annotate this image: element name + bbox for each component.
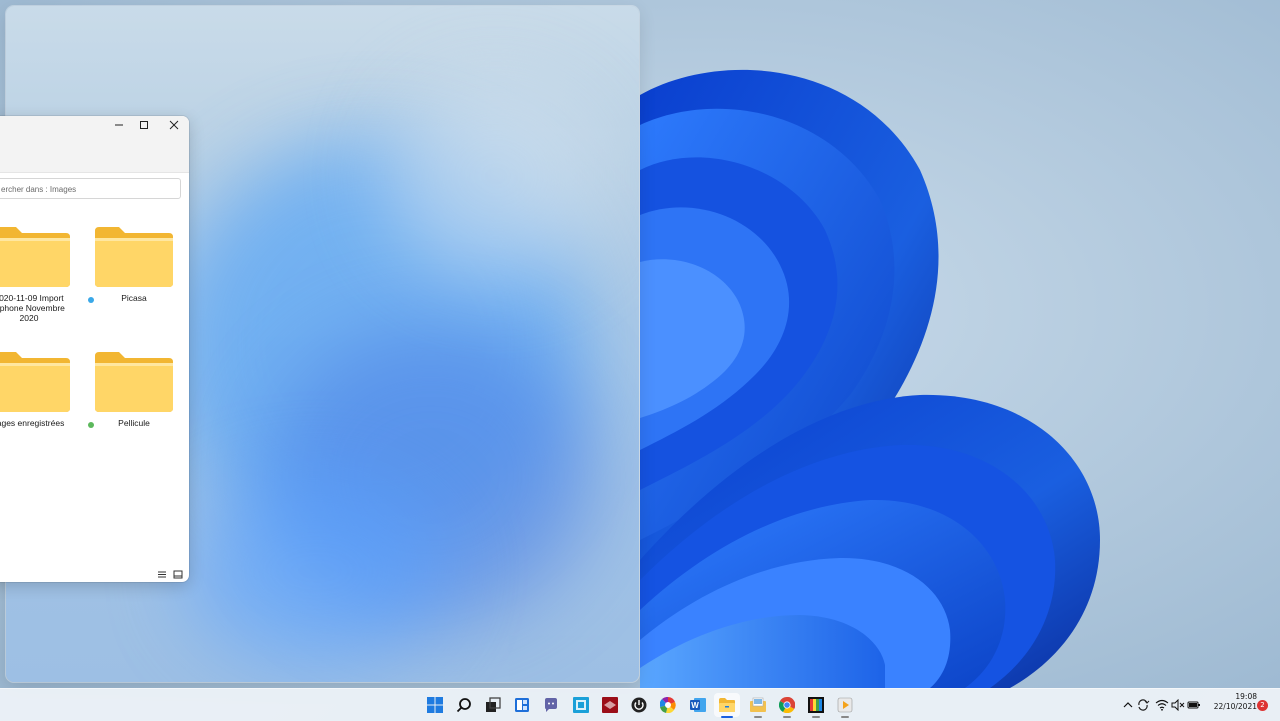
task-view-icon [486,697,501,712]
file-explorer-window[interactable]: ercher dans : Images 2020-11-09 Import l… [0,116,189,582]
active-indicator [721,716,733,718]
running-indicator [754,716,762,718]
search-input[interactable]: ercher dans : Images [0,178,181,199]
show-hidden-icons-button[interactable] [1120,697,1136,713]
wifi-icon [1155,699,1169,711]
minimize-icon [115,124,123,126]
details-view-icon[interactable] [157,570,167,579]
folder-label: mages enregistrées [0,418,65,428]
teams-chat-icon [545,698,557,712]
folder-icon [95,352,173,412]
folder-label: Pellicule [118,418,150,428]
close-button[interactable] [159,116,189,134]
blur-blob [186,476,446,666]
battery-icon [1187,701,1200,709]
photos-folder-icon [750,697,766,712]
chat-button[interactable] [538,693,564,717]
svg-text:W: W [691,701,699,710]
sync-tray-button[interactable] [1135,697,1151,713]
start-button[interactable] [422,693,448,717]
folder-label: Picasa [121,293,147,303]
taskbar-app[interactable] [832,693,858,718]
film-strip-icon [808,697,824,713]
chrome-button[interactable] [774,693,800,718]
running-indicator [783,716,791,718]
chrome-icon [779,697,795,713]
clock-time: 19:08 [1235,692,1257,701]
widgets-icon [515,698,529,712]
clock-date: 22/10/2021 [1213,702,1257,711]
close-icon [169,120,179,130]
maximize-icon [140,121,148,129]
taskbar-app[interactable] [803,693,829,718]
running-indicator [841,716,849,718]
chevron-up-icon [1123,702,1133,708]
sticky-app-icon [573,697,589,713]
volume-button[interactable] [1170,697,1186,713]
tiles-view-icon[interactable] [173,570,183,579]
folder-icon [0,352,70,412]
blur-blob [386,76,606,276]
system-clock[interactable]: 19:08 22/10/2021 [1201,692,1257,712]
folder-label: 2020-11-09 Import léphone Novembre 2020 [0,293,65,323]
taskbar: W [0,688,1280,721]
folder-icon [95,227,173,287]
volume-muted-icon [1171,699,1185,711]
media-player-icon [837,697,853,713]
taskbar-app[interactable] [655,693,681,717]
widgets-button[interactable] [509,693,535,717]
running-indicator [812,716,820,718]
battery-button[interactable] [1186,697,1202,713]
sync-icon [1138,699,1150,711]
taskbar-app[interactable] [597,693,623,717]
folder-icon [719,698,735,712]
network-button[interactable] [1154,697,1170,713]
search-icon [456,698,471,713]
maximize-button[interactable] [129,116,159,134]
file-explorer-button[interactable] [714,693,740,718]
word-button[interactable]: W [685,693,711,717]
taskbar-app[interactable] [745,693,771,718]
color-wheel-icon [660,697,676,713]
windows-logo-icon [427,697,443,713]
title-bar[interactable] [0,116,189,173]
folder-icon [0,227,70,287]
word-icon: W [690,698,706,712]
red-app-icon [602,697,618,713]
task-view-button[interactable] [480,693,506,717]
view-switcher [157,570,183,579]
taskbar-app[interactable] [568,693,594,717]
power-app-icon [631,697,647,713]
notification-badge[interactable]: 2 [1257,700,1268,711]
search-button[interactable] [451,693,477,717]
taskbar-app[interactable] [626,693,652,717]
